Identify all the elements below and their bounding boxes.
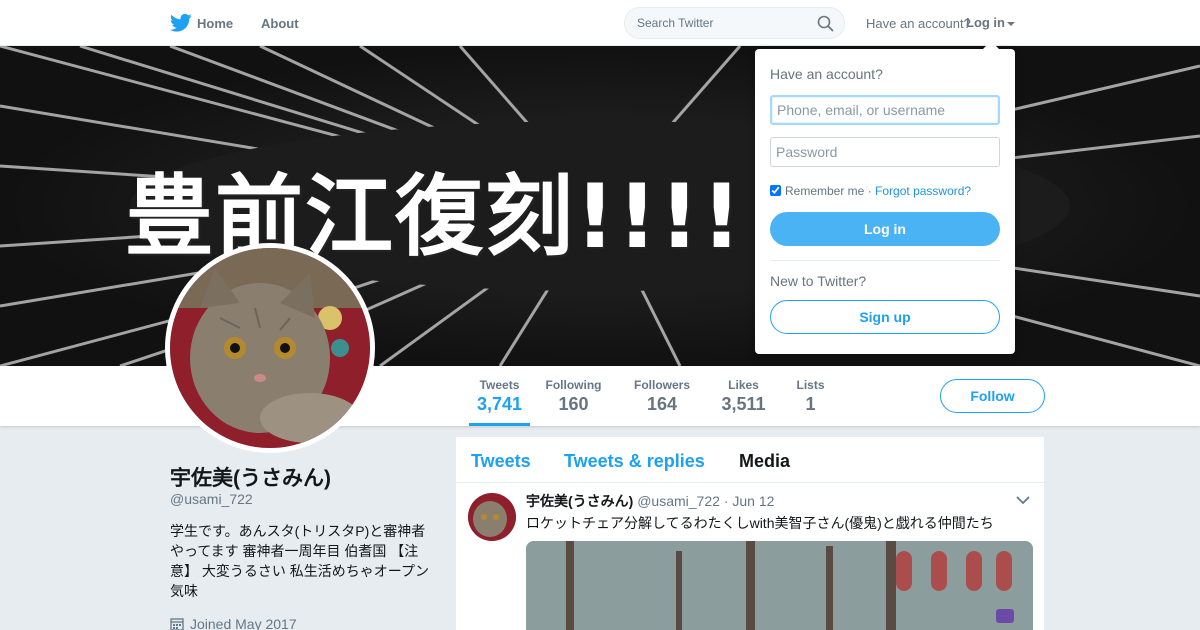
- remember-row: Remember me · Forgot password?: [770, 184, 971, 198]
- password-field[interactable]: [770, 137, 1000, 167]
- stat-label: Lists: [796, 378, 825, 392]
- stat-label: Following: [545, 378, 602, 392]
- remember-me-checkbox[interactable]: [770, 185, 781, 196]
- search-box[interactable]: [624, 7, 845, 39]
- new-to-twitter-text: New to Twitter?: [770, 273, 867, 289]
- profile-bio: 学生です。あんスタ(トリスタP)と審神者やってます 審神者一周年目 伯耆国 【注…: [170, 523, 429, 599]
- tweet-media[interactable]: [526, 541, 1033, 630]
- cat-photo: [170, 248, 370, 448]
- login-dropdown-toggle[interactable]: Log in: [966, 15, 1015, 30]
- dropdown-title: Have an account?: [770, 66, 883, 82]
- stat-value: 3,511: [721, 394, 766, 414]
- signup-button[interactable]: Sign up: [770, 300, 1000, 334]
- profile-handle[interactable]: @usami_722: [170, 491, 253, 507]
- timeline: Tweets Tweets & replies Media 宇佐美(うさみん) …: [456, 437, 1044, 630]
- stat-likes[interactable]: Likes 3,511: [717, 378, 770, 426]
- joined-text: Joined May 2017: [190, 616, 297, 630]
- separator-dot: ·: [867, 184, 872, 198]
- tweet-text: ロケットチェア分解してるわたくしwith美智子さん(優鬼)と戯れる仲間たち: [526, 515, 994, 531]
- stat-followers[interactable]: Followers 164: [631, 378, 693, 426]
- search-icon[interactable]: [817, 15, 834, 32]
- game-screenshot: [526, 541, 1033, 630]
- twitter-bird-icon[interactable]: [170, 13, 192, 33]
- username-field[interactable]: [770, 95, 1000, 125]
- stat-lists[interactable]: Lists 1: [793, 378, 828, 426]
- divider: [770, 260, 1000, 261]
- have-account-text: Have an account?: [866, 16, 971, 31]
- stat-label: Likes: [728, 378, 759, 392]
- tab-tweets-replies[interactable]: Tweets & replies: [564, 451, 705, 472]
- follow-button[interactable]: Follow: [940, 379, 1045, 413]
- stat-value: 160: [558, 394, 589, 414]
- login-dropdown: Have an account? Remember me · Forgot pa…: [755, 41, 1015, 354]
- tab-media[interactable]: Media: [739, 451, 790, 472]
- stat-following[interactable]: Following 160: [543, 378, 604, 426]
- tweet-author-handle[interactable]: @usami_722: [637, 493, 720, 509]
- login-button[interactable]: Log in: [770, 212, 1000, 246]
- caret-down-icon: [1007, 21, 1015, 26]
- profile-name: 宇佐美(うさみん): [170, 467, 331, 490]
- nav-home-link[interactable]: Home: [197, 16, 233, 31]
- banner-text: 豊前江復刻!!!!: [125, 165, 744, 268]
- cat-thumbnail: [468, 493, 516, 541]
- tweet-avatar[interactable]: [468, 493, 516, 541]
- login-toggle-label: Log in: [966, 15, 1005, 30]
- stat-label: Followers: [633, 378, 690, 392]
- calendar-icon: [170, 618, 184, 630]
- search-input[interactable]: [637, 16, 807, 30]
- tweet-separator: ·: [723, 493, 729, 509]
- stat-value: 3,741: [476, 394, 523, 414]
- profile-joined: Joined May 2017: [170, 616, 297, 630]
- tweet-header: 宇佐美(うさみん) @usami_722 · Jun 12: [526, 491, 774, 511]
- top-nav: Home About Have an account? Log in: [0, 0, 1200, 46]
- stat-value: 164: [646, 394, 678, 414]
- timeline-tabs: Tweets Tweets & replies Media: [456, 437, 1044, 483]
- profile-avatar[interactable]: [165, 243, 375, 453]
- nav-about-link[interactable]: About: [261, 16, 299, 31]
- forgot-password-link[interactable]: Forgot password?: [875, 184, 971, 198]
- tab-tweets[interactable]: Tweets: [471, 451, 531, 472]
- tweet-author-name[interactable]: 宇佐美(うさみん): [526, 493, 633, 509]
- stat-tweets[interactable]: Tweets 3,741: [469, 378, 530, 426]
- tweet-date[interactable]: Jun 12: [732, 493, 774, 509]
- remember-me-label[interactable]: Remember me: [785, 184, 864, 198]
- chevron-down-icon[interactable]: [1016, 495, 1030, 505]
- stat-value: 1: [805, 394, 816, 414]
- stat-label: Tweets: [479, 378, 520, 392]
